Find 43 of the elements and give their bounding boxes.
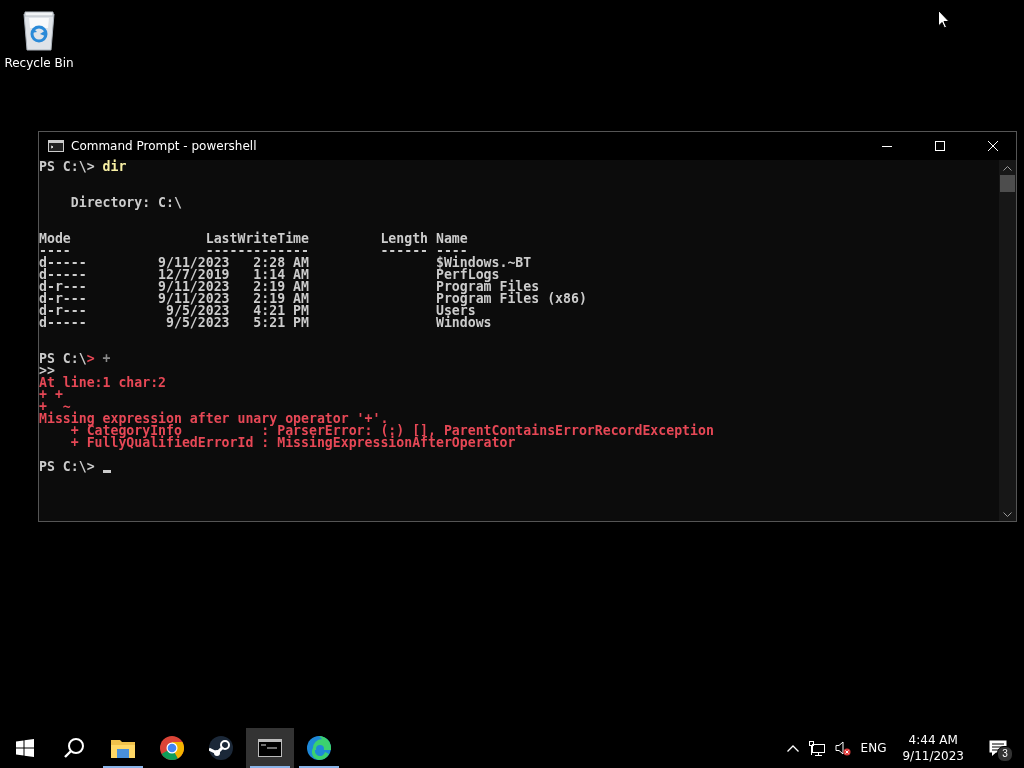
steam-icon [208, 736, 233, 760]
console-icon [257, 739, 282, 757]
chevron-up-icon[interactable] [786, 744, 799, 752]
taskbar-button[interactable] [245, 728, 294, 768]
console-line: d----- 9/11/2023 2:28 AM $Windows.~BT [39, 257, 532, 269]
console-line: d----- 12/7/2019 1:14 AM PerfLogs [39, 269, 500, 281]
muted-speaker-icon[interactable] [834, 740, 851, 756]
running-indicator [102, 766, 143, 768]
network-icon[interactable] [808, 740, 825, 756]
console-line: Mode LastWriteTime Length Name [39, 233, 468, 245]
running-indicator [249, 766, 290, 768]
windows-logo-icon [15, 739, 34, 757]
scrollbar[interactable] [999, 160, 1016, 521]
clock[interactable]: 4:44 AM 9/11/2023 [896, 733, 970, 763]
console-line: At line:1 char:2 [39, 377, 167, 389]
maximize-icon [935, 141, 945, 151]
console-line: Missing expression after unary operator '+'. [39, 413, 389, 425]
console-line: + FullyQualifiedErrorId : MissingExpressionAfterOperator [69, 437, 516, 449]
notification-count: 3 [997, 746, 1013, 762]
console-line: d----- 9/5/2023 5:21 PM Windows [39, 317, 492, 329]
console-line: PS C:\> + [39, 353, 111, 365]
close-icon [988, 141, 998, 151]
console-line: d-r--- 9/5/2023 4:21 PM Users [39, 305, 476, 317]
scroll-up-icon[interactable] [1003, 166, 1012, 171]
window-title: Command Prompt - powershell [71, 139, 257, 153]
search-icon [62, 737, 85, 759]
desktop-icon-label[interactable]: Recycle Bin [4, 56, 74, 70]
console-line: Directory: C:\ [69, 197, 182, 209]
notification-button[interactable]: 3 [980, 728, 1016, 768]
scroll-thumb[interactable] [1000, 175, 1015, 192]
folder-icon [110, 738, 135, 758]
console-line: >> [39, 365, 55, 377]
language-indicator[interactable]: ENG [860, 741, 887, 755]
running-indicator [298, 766, 339, 768]
console-line: PS C:\> dir [39, 161, 127, 173]
browser-icon [159, 736, 184, 760]
cursor-icon [938, 10, 950, 29]
console-icon [48, 140, 64, 152]
scroll-down-icon[interactable] [1003, 512, 1012, 517]
console-line: + + [39, 389, 63, 401]
browser-icon [306, 736, 331, 760]
console-line: PS C:\> [39, 461, 96, 473]
console-line: d-r--- 9/11/2023 2:19 AM Program Files (x86) [39, 293, 587, 305]
